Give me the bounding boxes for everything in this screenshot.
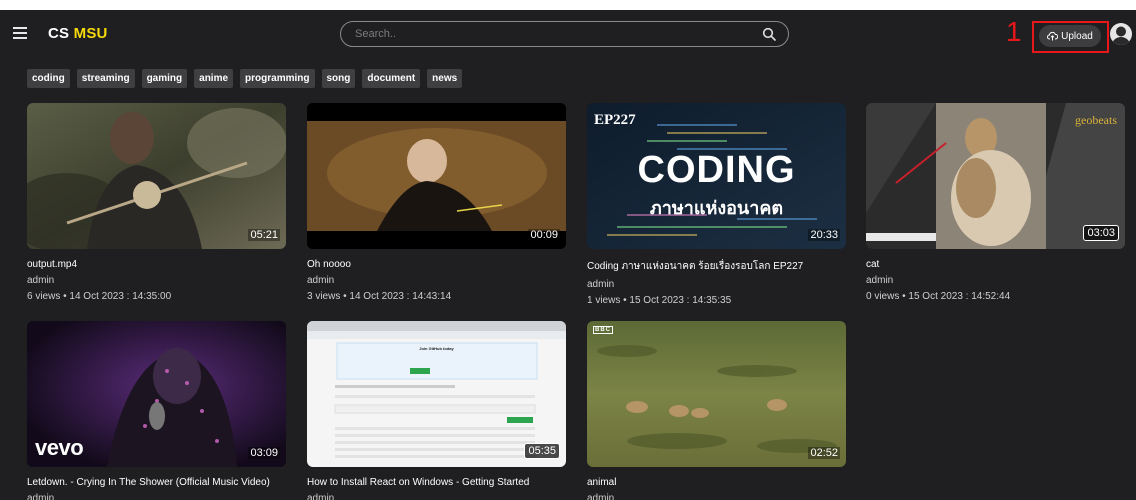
- video-author[interactable]: admin: [307, 493, 566, 500]
- video-card[interactable]: geobeats 03:03 cat admin 0 views • 15 Oc…: [866, 103, 1125, 302]
- video-duration: 00:09: [528, 229, 560, 241]
- chip-anime[interactable]: anime: [194, 69, 234, 88]
- video-duration: 02:52: [808, 447, 840, 459]
- chip-news[interactable]: news: [427, 69, 463, 88]
- video-title[interactable]: animal: [587, 477, 846, 488]
- chip-song[interactable]: song: [321, 69, 356, 88]
- brand-cs: CS: [48, 25, 70, 42]
- thumbnail-brand: vevo: [35, 435, 84, 460]
- thumbnail-subheadline: ภาษาแห่งอนาคต: [649, 198, 784, 218]
- chip-gaming[interactable]: gaming: [141, 69, 188, 88]
- video-thumbnail[interactable]: 05:21: [27, 103, 286, 249]
- video-author[interactable]: admin: [307, 275, 566, 286]
- video-title[interactable]: Oh noooo: [307, 259, 566, 270]
- chip-document[interactable]: document: [362, 69, 421, 88]
- video-title[interactable]: output.mp4: [27, 259, 286, 270]
- video-duration: 05:35: [524, 443, 560, 459]
- video-thumbnail[interactable]: geobeats 03:03: [866, 103, 1125, 249]
- brand-logo[interactable]: CS MSU: [48, 25, 108, 42]
- user-icon: [1112, 26, 1130, 45]
- video-duration: 03:03: [1083, 225, 1119, 241]
- chip-coding[interactable]: coding: [27, 69, 70, 88]
- chip-programming[interactable]: programming: [240, 69, 315, 88]
- video-title[interactable]: cat: [866, 259, 1125, 270]
- search-bar: [340, 21, 789, 47]
- video-author[interactable]: admin: [587, 493, 846, 500]
- video-author[interactable]: admin: [27, 275, 286, 286]
- thumbnail-brand: geobeats: [1075, 113, 1117, 127]
- cloud-upload-icon: [1047, 31, 1059, 41]
- video-card[interactable]: Join GitHub today 05:35 How to Install R…: [307, 321, 566, 500]
- video-thumbnail[interactable]: EP227 CODING ภาษาแห่งอนาคต 20:33: [587, 103, 846, 249]
- video-author[interactable]: admin: [27, 493, 286, 500]
- video-thumbnail[interactable]: BBC 02:52: [587, 321, 846, 467]
- video-duration: 20:33: [808, 229, 840, 241]
- search-input[interactable]: [355, 22, 745, 46]
- thumbnail-image: [587, 321, 846, 467]
- upload-button[interactable]: Upload: [1039, 25, 1101, 47]
- thumbnail-image: [27, 103, 286, 249]
- video-title[interactable]: Letdown. - Crying In The Shower (Officia…: [27, 477, 286, 488]
- step-number-annotation: 1: [1006, 16, 1022, 47]
- chip-streaming[interactable]: streaming: [76, 69, 135, 88]
- video-duration: 03:09: [248, 447, 280, 459]
- thumbnail-heading: Join GitHub today: [419, 346, 454, 351]
- video-title[interactable]: Coding ภาษาแห่งอนาคต ร้อยเรื่องรอบโลก EP…: [587, 259, 846, 274]
- video-meta: 6 views • 14 Oct 2023 : 14:35:00: [27, 291, 172, 302]
- thumbnail-image: [307, 103, 566, 249]
- video-duration: 05:21: [248, 229, 280, 241]
- video-meta: 3 views • 14 Oct 2023 : 14:43:14: [307, 291, 452, 302]
- video-thumbnail[interactable]: Join GitHub today 05:35: [307, 321, 566, 467]
- video-card[interactable]: 05:21 output.mp4 admin 6 views • 14 Oct …: [27, 103, 286, 302]
- video-card[interactable]: vevo 03:09 Letdown. - Crying In The Show…: [27, 321, 286, 500]
- video-card[interactable]: EP227 CODING ภาษาแห่งอนาคต 20:33 Coding …: [587, 103, 846, 306]
- app-window: CS MSU 1 Upload coding streaming gaming …: [0, 10, 1136, 500]
- upload-label: Upload: [1061, 30, 1093, 42]
- thumbnail-ep-label: EP227: [594, 112, 636, 128]
- video-meta: 0 views • 15 Oct 2023 : 14:52:44: [866, 291, 1011, 302]
- category-chips: coding streaming gaming anime programmin…: [27, 69, 463, 88]
- video-author[interactable]: admin: [866, 275, 1125, 286]
- video-thumbnail[interactable]: vevo 03:09: [27, 321, 286, 467]
- video-author[interactable]: admin: [587, 279, 846, 290]
- menu-icon[interactable]: [13, 27, 27, 39]
- video-thumbnail[interactable]: 00:09: [307, 103, 566, 249]
- video-title[interactable]: How to Install React on Windows - Gettin…: [307, 477, 566, 488]
- video-card[interactable]: 00:09 Oh noooo admin 3 views • 14 Oct 20…: [307, 103, 566, 302]
- thumbnail-headline: CODING: [637, 149, 796, 191]
- video-meta: 1 views • 15 Oct 2023 : 14:35:35: [587, 295, 732, 306]
- thumbnail-brand: BBC: [593, 326, 613, 334]
- brand-msu: MSU: [73, 25, 108, 42]
- video-card[interactable]: BBC 02:52 animal admin: [587, 321, 846, 500]
- search-icon[interactable]: [762, 27, 776, 41]
- avatar[interactable]: [1110, 23, 1132, 45]
